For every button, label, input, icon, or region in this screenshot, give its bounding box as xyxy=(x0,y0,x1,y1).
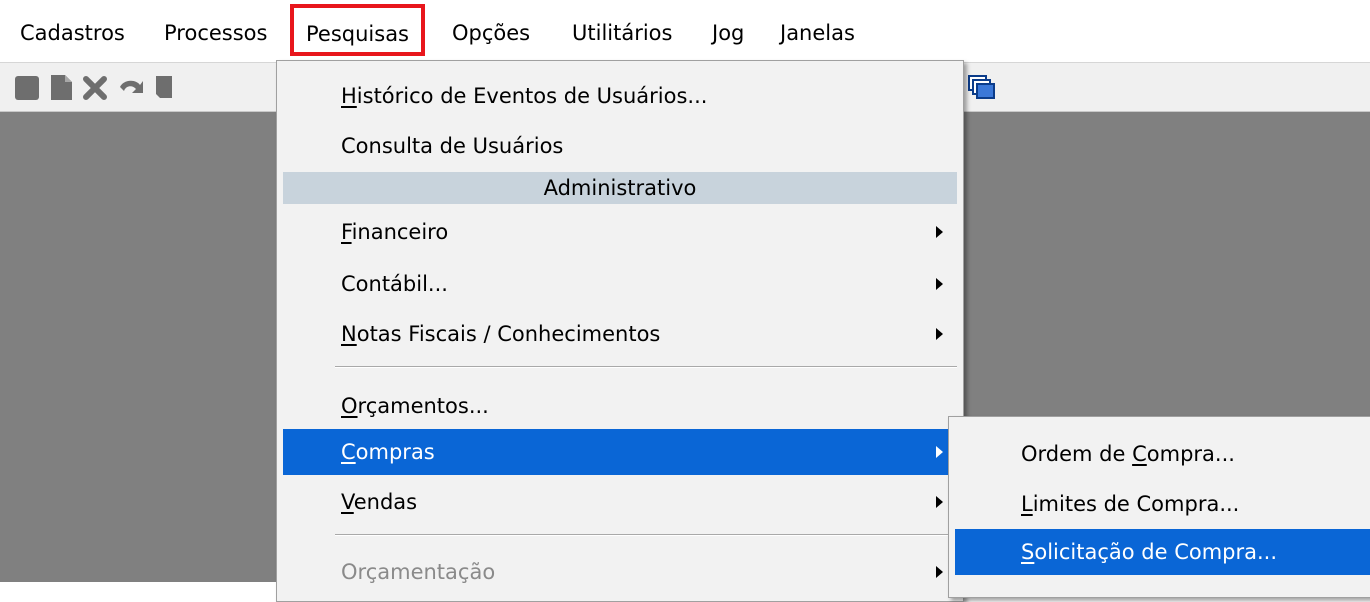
compras-submenu: Ordem de Compra... Limites de Compra... … xyxy=(948,416,1370,598)
submenu-item-limites-de-compra[interactable]: Limites de Compra... xyxy=(955,481,1370,527)
submenu-item-solicitacao-de-compra[interactable]: Solicitação de Compra... xyxy=(955,529,1370,575)
menu-item-contabil[interactable]: Contábil... xyxy=(283,261,957,307)
item-label: Orçamentação xyxy=(341,560,496,584)
menu-item-historico[interactable]: Histórico de Eventos de Usuários... xyxy=(283,73,957,119)
label-post: endas xyxy=(353,490,418,514)
accelerator-key: V xyxy=(341,490,354,514)
submenu-item-ordem-de-compra[interactable]: Ordem de Compra... xyxy=(955,431,1370,477)
menu-item-orcamentos[interactable]: Orçamentos... xyxy=(283,383,957,429)
menu-processos[interactable]: Processos xyxy=(164,17,267,49)
window-cascade-icon[interactable] xyxy=(966,71,996,103)
menu-utilitarios[interactable]: Utilitários xyxy=(572,17,672,49)
label-post: ompras xyxy=(355,440,435,464)
label-post: imites de Compra... xyxy=(1032,492,1240,516)
label-post: rçamentos... xyxy=(357,394,489,418)
submenu-arrow-icon xyxy=(936,566,943,578)
submenu-arrow-icon xyxy=(936,226,943,238)
menu-jog[interactable]: Jog xyxy=(712,17,744,49)
accelerator-key: F xyxy=(341,220,352,244)
label-post: istórico de Eventos de Usuários... xyxy=(356,84,708,108)
menu-separator xyxy=(335,366,957,368)
submenu-arrow-icon xyxy=(936,278,943,290)
menu-item-financeiro[interactable]: Financeiro xyxy=(283,209,957,255)
menu-cadastros[interactable]: Cadastros xyxy=(20,17,125,49)
label-post: inanceiro xyxy=(351,220,449,244)
item-label: Consulta de Usuários xyxy=(341,134,564,158)
menu-item-vendas[interactable]: Vendas xyxy=(283,479,957,525)
label-post: olicitação de Compra... xyxy=(1034,540,1278,564)
submenu-arrow-icon xyxy=(936,328,943,340)
book-icon[interactable] xyxy=(150,71,180,103)
menu-item-orcamentacao[interactable]: Orçamentação xyxy=(283,549,957,595)
menu-item-notas-fiscais[interactable]: Notas Fiscais / Conhecimentos xyxy=(283,311,957,357)
accelerator-key: S xyxy=(1021,540,1035,564)
accelerator-key: C xyxy=(341,440,356,464)
menu-janelas[interactable]: Janelas xyxy=(780,17,855,49)
accelerator-key: O xyxy=(341,394,358,418)
menu-pesquisas[interactable]: Pesquisas xyxy=(290,4,426,56)
document-icon[interactable] xyxy=(46,71,76,103)
delete-icon[interactable] xyxy=(80,71,110,103)
submenu-arrow-icon xyxy=(936,446,943,458)
accelerator-key: N xyxy=(341,322,357,346)
item-label: Contábil... xyxy=(341,272,448,296)
menu-item-compras[interactable]: Compras xyxy=(283,429,957,475)
accelerator-key: L xyxy=(1021,492,1033,516)
menu-separator xyxy=(335,534,957,536)
accelerator-key: H xyxy=(341,84,357,108)
label-post: otas Fiscais / Conhecimentos xyxy=(356,322,661,346)
label-pre: Ordem de xyxy=(1021,442,1133,466)
section-header-administrativo: Administrativo xyxy=(283,172,957,204)
menu-item-consulta-usuarios[interactable]: Consulta de Usuários xyxy=(283,123,957,169)
accelerator-key: C xyxy=(1132,442,1147,466)
save-icon[interactable] xyxy=(12,71,42,103)
pesquisas-dropdown: Histórico de Eventos de Usuários... Cons… xyxy=(276,60,964,602)
menu-bar: Cadastros Processos Pesquisas Opções Uti… xyxy=(0,0,1370,60)
submenu-arrow-icon xyxy=(936,496,943,508)
undo-icon[interactable] xyxy=(116,71,146,103)
label-post: ompra... xyxy=(1146,442,1235,466)
menu-opcoes[interactable]: Opções xyxy=(452,17,530,49)
